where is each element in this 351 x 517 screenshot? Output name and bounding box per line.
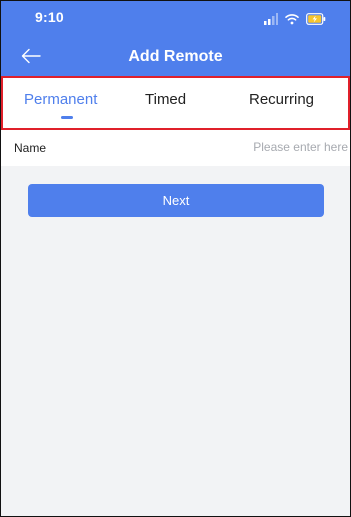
- nav-bar: Add Remote: [1, 43, 350, 71]
- name-row: Name: [1, 130, 350, 166]
- name-input[interactable]: [188, 135, 348, 159]
- name-label: Name: [14, 141, 47, 155]
- status-bar: 9:10: [1, 1, 350, 39]
- status-icons: [264, 12, 326, 26]
- app-screen: 9:10 Add Remote Permanent Timed Recurrin…: [0, 0, 351, 517]
- status-time: 9:10: [35, 9, 64, 25]
- battery-charging-icon: [306, 13, 326, 25]
- page-title: Add Remote: [128, 48, 223, 65]
- active-tab-indicator: [61, 116, 73, 119]
- tab-bar: Permanent Timed Recurring: [1, 76, 350, 130]
- tab-recurring[interactable]: Recurring: [249, 91, 314, 108]
- tab-permanent[interactable]: Permanent: [24, 91, 97, 108]
- app-header: 9:10 Add Remote: [1, 1, 350, 76]
- tab-timed[interactable]: Timed: [145, 91, 186, 108]
- wifi-icon: [285, 14, 299, 25]
- next-button[interactable]: Next: [28, 184, 324, 217]
- signal-icon: [264, 13, 278, 25]
